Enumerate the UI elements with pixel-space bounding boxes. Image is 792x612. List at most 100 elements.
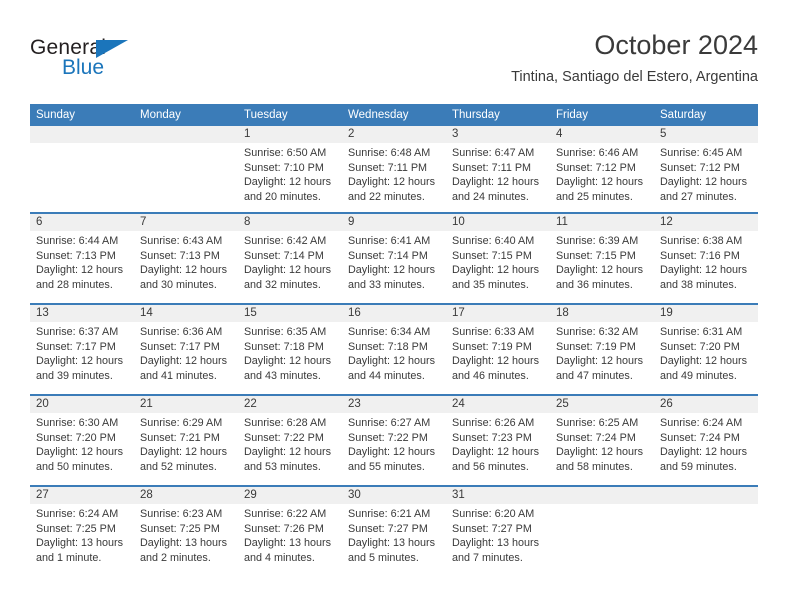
day-details: Sunrise: 6:39 AM Sunset: 7:15 PM Daylight:… (550, 231, 654, 292)
day-detail-line: Sunset: 7:12 PM (556, 161, 636, 174)
weekday-header-sunday: Sunday (36, 109, 76, 121)
calendar-day-cell[interactable]: 2 Sunrise: 6:48 AM Sunset: 7:11 PM Daylight… (342, 126, 446, 212)
day-number: 19 (654, 305, 758, 322)
page-subtitle: Tintina, Santiago del Estero, Argentina (511, 69, 758, 85)
day-detail-line: and 50 minutes. (36, 460, 113, 473)
calendar-week-row: 27 Sunrise: 6:24 AM Sunset: 7:25 PM Dayligh… (30, 485, 758, 576)
calendar-day-cell[interactable]: 7 Sunrise: 6:43 AM Sunset: 7:13 PM Daylight… (134, 214, 238, 303)
calendar-day-cell[interactable]: 21 Sunrise: 6:29 AM Sunset: 7:21 PM Dayligh… (134, 396, 238, 485)
calendar-day-cell[interactable]: 24 Sunrise: 6:26 AM Sunset: 7:23 PM Dayligh… (446, 396, 550, 485)
day-detail-line: Daylight: 12 hours (140, 264, 228, 277)
day-detail-line: Daylight: 13 hours (348, 537, 436, 550)
calendar-day-cell[interactable]: 4 Sunrise: 6:46 AM Sunset: 7:12 PM Daylight… (550, 126, 654, 212)
day-number: 31 (446, 487, 550, 504)
calendar-day-cell[interactable]: 12 Sunrise: 6:38 AM Sunset: 7:16 PM Dayligh… (654, 214, 758, 303)
day-detail-line: Sunset: 7:10 PM (244, 161, 324, 174)
day-detail-line: Sunset: 7:15 PM (556, 249, 636, 262)
day-detail-line: Sunrise: 6:28 AM (244, 417, 327, 429)
day-detail-line: and 7 minutes. (452, 551, 523, 564)
day-number: 26 (654, 396, 758, 413)
calendar-day-cell[interactable]: 28 Sunrise: 6:23 AM Sunset: 7:25 PM Dayligh… (134, 487, 238, 576)
day-detail-line: and 39 minutes. (36, 369, 113, 382)
calendar-day-cell-empty (550, 487, 654, 576)
brand-name-blue: Blue (62, 56, 105, 79)
calendar-day-cell[interactable]: 20 Sunrise: 6:30 AM Sunset: 7:20 PM Dayligh… (30, 396, 134, 485)
day-details: Sunrise: 6:30 AM Sunset: 7:20 PM Daylight:… (30, 413, 134, 474)
calendar-day-cell-empty (134, 126, 238, 212)
calendar-day-cell[interactable]: 25 Sunrise: 6:25 AM Sunset: 7:24 PM Dayligh… (550, 396, 654, 485)
day-detail-line: and 2 minutes. (140, 551, 211, 564)
calendar-day-cell[interactable]: 22 Sunrise: 6:28 AM Sunset: 7:22 PM Dayligh… (238, 396, 342, 485)
day-number: 10 (446, 214, 550, 231)
day-number: 2 (342, 126, 446, 143)
calendar-day-cell[interactable]: 15 Sunrise: 6:35 AM Sunset: 7:18 PM Dayligh… (238, 305, 342, 394)
day-detail-line: and 58 minutes. (556, 460, 633, 473)
title-block: October 2024 Tintina, Santiago del Ester… (511, 28, 758, 88)
day-number: 9 (342, 214, 446, 231)
day-details: Sunrise: 6:29 AM Sunset: 7:21 PM Daylight:… (134, 413, 238, 474)
day-detail-line: Sunset: 7:14 PM (244, 249, 324, 262)
calendar-day-cell[interactable]: 10 Sunrise: 6:40 AM Sunset: 7:15 PM Dayligh… (446, 214, 550, 303)
day-number: 12 (654, 214, 758, 231)
day-detail-line: and 53 minutes. (244, 460, 321, 473)
day-detail-line: Sunrise: 6:22 AM (244, 508, 327, 520)
day-detail-line: and 28 minutes. (36, 278, 113, 291)
calendar-day-cell[interactable]: 19 Sunrise: 6:31 AM Sunset: 7:20 PM Dayligh… (654, 305, 758, 394)
day-detail-line: Daylight: 12 hours (36, 264, 124, 277)
calendar-day-cell[interactable]: 23 Sunrise: 6:27 AM Sunset: 7:22 PM Dayligh… (342, 396, 446, 485)
calendar-day-cell[interactable]: 27 Sunrise: 6:24 AM Sunset: 7:25 PM Dayligh… (30, 487, 134, 576)
day-details: Sunrise: 6:37 AM Sunset: 7:17 PM Daylight:… (30, 322, 134, 383)
day-detail-line: Daylight: 12 hours (452, 355, 540, 368)
day-detail-line: and 47 minutes. (556, 369, 633, 382)
day-details: Sunrise: 6:48 AM Sunset: 7:11 PM Daylight:… (342, 143, 446, 204)
day-number: 28 (134, 487, 238, 504)
calendar-day-cell[interactable]: 3 Sunrise: 6:47 AM Sunset: 7:11 PM Daylight… (446, 126, 550, 212)
calendar-week-row: 20 Sunrise: 6:30 AM Sunset: 7:20 PM Dayligh… (30, 394, 758, 485)
day-detail-line: and 33 minutes. (348, 278, 425, 291)
calendar-day-cell[interactable]: 17 Sunrise: 6:33 AM Sunset: 7:19 PM Dayligh… (446, 305, 550, 394)
calendar-day-cell[interactable]: 6 Sunrise: 6:44 AM Sunset: 7:13 PM Daylight… (30, 214, 134, 303)
calendar-day-cell[interactable]: 9 Sunrise: 6:41 AM Sunset: 7:14 PM Daylight… (342, 214, 446, 303)
day-detail-line: Sunrise: 6:23 AM (140, 508, 223, 520)
calendar-day-cell[interactable]: 1 Sunrise: 6:50 AM Sunset: 7:10 PM Daylight… (238, 126, 342, 212)
day-detail-line: Daylight: 12 hours (244, 446, 332, 459)
day-number: 25 (550, 396, 654, 413)
day-number: 1 (238, 126, 342, 143)
calendar-day-cell[interactable]: 31 Sunrise: 6:20 AM Sunset: 7:27 PM Dayligh… (446, 487, 550, 576)
day-details: Sunrise: 6:38 AM Sunset: 7:16 PM Daylight:… (654, 231, 758, 292)
calendar-day-cell[interactable]: 29 Sunrise: 6:22 AM Sunset: 7:26 PM Dayligh… (238, 487, 342, 576)
day-details: Sunrise: 6:20 AM Sunset: 7:27 PM Daylight:… (446, 504, 550, 565)
day-detail-line: Sunrise: 6:45 AM (660, 147, 743, 159)
day-detail-line: Daylight: 12 hours (348, 446, 436, 459)
day-detail-line: Sunset: 7:27 PM (452, 522, 532, 535)
calendar-day-cell[interactable]: 13 Sunrise: 6:37 AM Sunset: 7:17 PM Dayligh… (30, 305, 134, 394)
calendar-day-cell[interactable]: 5 Sunrise: 6:45 AM Sunset: 7:12 PM Daylight… (654, 126, 758, 212)
calendar-day-cell[interactable]: 26 Sunrise: 6:24 AM Sunset: 7:24 PM Dayligh… (654, 396, 758, 485)
day-detail-line: Sunrise: 6:24 AM (36, 508, 119, 520)
calendar-weeks: 1 Sunrise: 6:50 AM Sunset: 7:10 PM Daylight… (30, 126, 758, 576)
day-details: Sunrise: 6:32 AM Sunset: 7:19 PM Daylight:… (550, 322, 654, 383)
calendar-day-cell[interactable]: 14 Sunrise: 6:36 AM Sunset: 7:17 PM Dayligh… (134, 305, 238, 394)
calendar-day-cell[interactable]: 18 Sunrise: 6:32 AM Sunset: 7:19 PM Dayligh… (550, 305, 654, 394)
day-number: 13 (30, 305, 134, 322)
weekday-header-row: Sunday Monday Tuesday Wednesday Thursday Frid… (30, 104, 758, 126)
calendar-day-cell[interactable]: 11 Sunrise: 6:39 AM Sunset: 7:15 PM Dayligh… (550, 214, 654, 303)
calendar-day-cell[interactable]: 16 Sunrise: 6:34 AM Sunset: 7:18 PM Dayligh… (342, 305, 446, 394)
day-detail-line: Sunrise: 6:27 AM (348, 417, 431, 429)
day-number (30, 126, 134, 143)
day-detail-line: Daylight: 12 hours (452, 264, 540, 277)
day-detail-line: Sunrise: 6:33 AM (452, 326, 535, 338)
day-detail-line: and 22 minutes. (348, 190, 425, 203)
day-detail-line: Sunset: 7:23 PM (452, 431, 532, 444)
day-detail-line: Sunset: 7:27 PM (348, 522, 428, 535)
day-detail-line: and 44 minutes. (348, 369, 425, 382)
calendar-day-cell[interactable]: 30 Sunrise: 6:21 AM Sunset: 7:27 PM Dayligh… (342, 487, 446, 576)
brand-logo[interactable]: General Blue (30, 36, 150, 86)
calendar-day-cell[interactable]: 8 Sunrise: 6:42 AM Sunset: 7:14 PM Daylight… (238, 214, 342, 303)
day-detail-line: Sunset: 7:13 PM (140, 249, 220, 262)
calendar-page: General Blue October 2024 Tintina, Santi… (0, 0, 792, 612)
calendar-week-row: 1 Sunrise: 6:50 AM Sunset: 7:10 PM Daylight… (30, 126, 758, 212)
day-detail-line: Sunrise: 6:50 AM (244, 147, 327, 159)
day-detail-line: Sunrise: 6:32 AM (556, 326, 639, 338)
day-detail-line: Sunrise: 6:39 AM (556, 235, 639, 247)
